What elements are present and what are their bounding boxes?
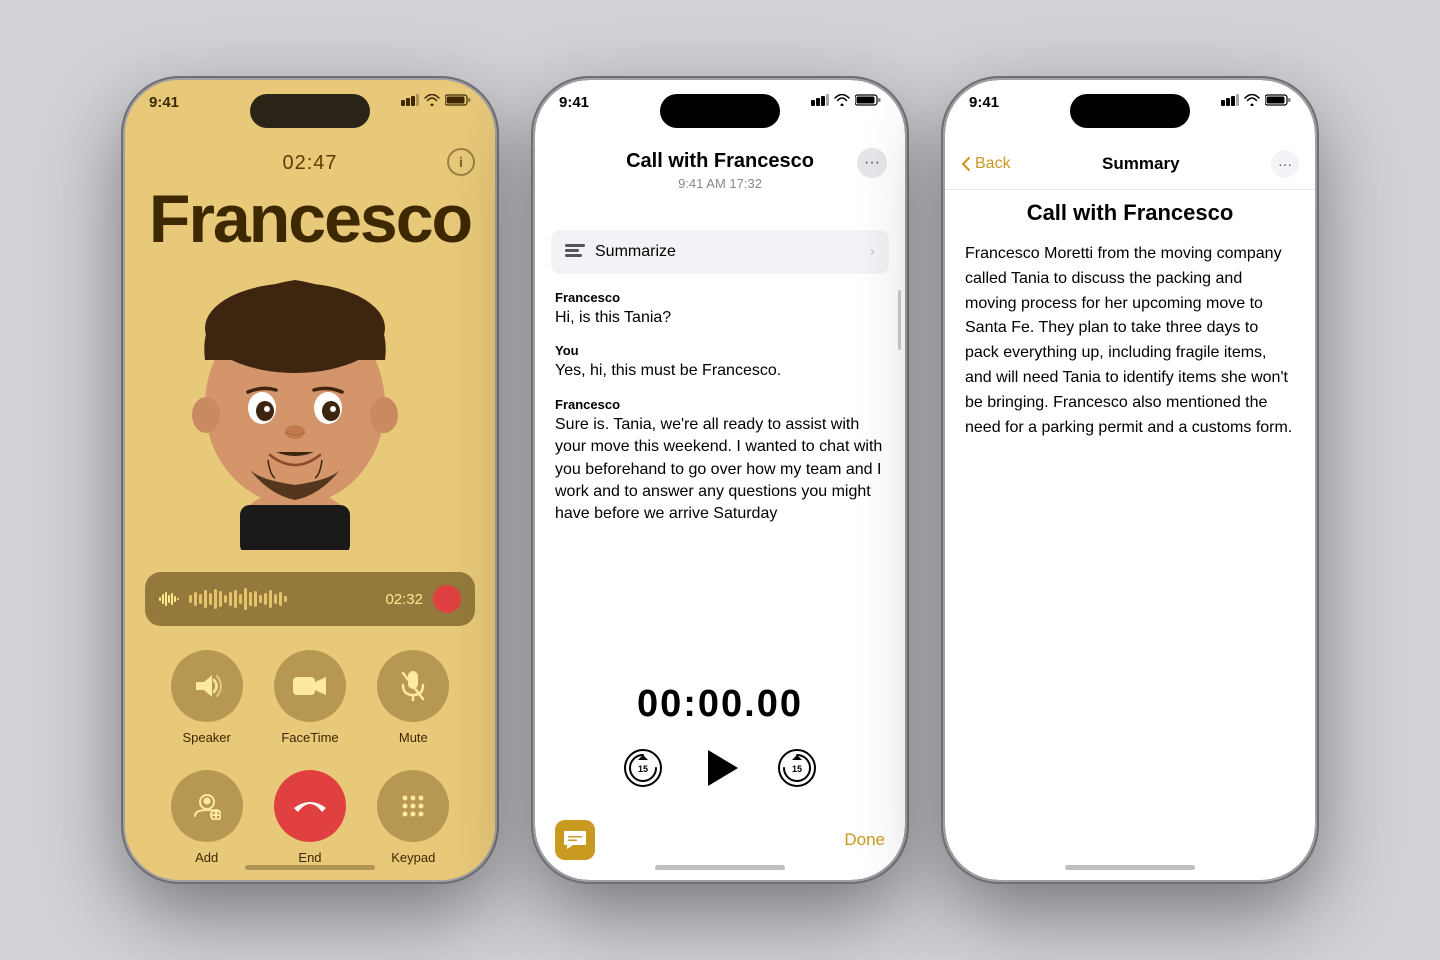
status-icons xyxy=(401,94,471,106)
end-label: End xyxy=(298,850,321,865)
summarize-label: Summarize xyxy=(595,243,860,261)
back-label: Back xyxy=(975,155,1011,173)
playback-controls: 15 15 xyxy=(535,746,905,790)
speaker-icon xyxy=(192,672,222,700)
speaker-label-3: Francesco xyxy=(555,397,885,412)
summary-call-title: Call with Francesco xyxy=(965,200,1295,226)
status-time: 9:41 xyxy=(559,94,589,111)
more-options-button[interactable]: ··· xyxy=(857,148,887,178)
call-buttons-row1: Speaker FaceTime xyxy=(125,650,495,745)
caller-name: Francesco xyxy=(125,180,495,258)
signal-icon xyxy=(401,94,419,106)
svg-text:15: 15 xyxy=(792,764,802,774)
summary-nav: Back Summary ··· xyxy=(945,138,1315,190)
speaker-button[interactable]: Speaker xyxy=(171,650,243,745)
transcript-title: Call with Francesco xyxy=(535,150,905,173)
facetime-label: FaceTime xyxy=(281,730,338,745)
chat-icon xyxy=(563,830,587,850)
forward-15-button[interactable]: 15 xyxy=(778,749,816,787)
facetime-button[interactable]: FaceTime xyxy=(274,650,346,745)
phone-active-call: 9:41 i xyxy=(125,80,495,880)
audio-waveform xyxy=(189,587,375,611)
dynamic-island xyxy=(660,94,780,128)
status-time: 9:41 xyxy=(149,94,179,111)
rewind-icon: 15 xyxy=(628,753,658,783)
keypad-button[interactable]: Keypad xyxy=(377,770,449,865)
transcript-chat-icon[interactable] xyxy=(555,820,595,860)
dynamic-island xyxy=(1070,94,1190,128)
end-call-button[interactable]: End xyxy=(274,770,346,865)
back-button[interactable]: Back xyxy=(961,155,1011,173)
speaker-label: Speaker xyxy=(182,730,230,745)
transcript-line-1: Hi, is this Tania? xyxy=(555,307,885,329)
status-time: 9:41 xyxy=(969,94,999,111)
recording-time: 02:32 xyxy=(385,591,423,608)
end-call-icon xyxy=(292,796,328,816)
forward-icon: 15 xyxy=(782,753,812,783)
status-icons xyxy=(811,94,881,106)
nav-title: Summary xyxy=(1102,154,1179,174)
transcript-screen: 9:41 xyxy=(535,80,905,880)
svg-text:15: 15 xyxy=(638,764,648,774)
summary-screen: 9:41 xyxy=(945,80,1315,880)
speaker-label-2: You xyxy=(555,343,885,358)
playback-area: 00:00.00 15 xyxy=(535,683,905,790)
transcript-subtitle: 9:41 AM 17:32 xyxy=(535,176,905,191)
call-buttons-row2: Add End xyxy=(125,770,495,865)
status-icons xyxy=(1221,94,1291,106)
waveform-icon xyxy=(159,589,179,609)
home-indicator xyxy=(1065,865,1195,870)
add-icon xyxy=(193,792,221,820)
back-chevron-icon xyxy=(961,156,971,172)
more-options-button[interactable]: ··· xyxy=(1271,150,1299,178)
phone-summary: 9:41 xyxy=(945,80,1315,880)
wifi-icon xyxy=(834,94,850,106)
transcript-line-3: Sure is. Tania, we're all ready to assis… xyxy=(555,414,885,526)
memoji-svg xyxy=(180,260,410,550)
battery-icon xyxy=(445,94,471,106)
speaker-label-1: Francesco xyxy=(555,290,885,305)
mute-icon xyxy=(401,671,425,701)
battery-icon xyxy=(855,94,881,106)
call-duration: 02:47 xyxy=(125,152,495,175)
signal-icon xyxy=(1221,94,1239,106)
mute-label: Mute xyxy=(399,730,428,745)
active-call-screen: 9:41 i xyxy=(125,80,495,880)
transcript-line-2: Yes, hi, this must be Francesco. xyxy=(555,360,885,382)
facetime-icon xyxy=(293,674,327,698)
play-button[interactable] xyxy=(698,746,742,790)
rewind-15-button[interactable]: 15 xyxy=(624,749,662,787)
transcript-area: Francesco Hi, is this Tania? You Yes, hi… xyxy=(555,290,885,620)
transcript-header: Call with Francesco 9:41 AM 17:32 xyxy=(535,138,905,191)
record-indicator xyxy=(433,585,461,613)
phone-transcript: 9:41 xyxy=(535,80,905,880)
battery-icon xyxy=(1265,94,1291,106)
play-icon xyxy=(698,746,742,790)
wifi-icon xyxy=(1244,94,1260,106)
wifi-icon xyxy=(424,94,440,106)
playback-time: 00:00.00 xyxy=(535,683,905,726)
summarize-icon xyxy=(565,244,585,260)
add-button[interactable]: Add xyxy=(171,770,243,865)
summary-content: Call with Francesco Francesco Moretti fr… xyxy=(965,200,1295,440)
keypad-icon xyxy=(400,793,426,819)
dynamic-island xyxy=(250,94,370,128)
transcript-fade xyxy=(555,560,885,620)
home-indicator xyxy=(655,865,785,870)
recording-bar: 02:32 xyxy=(145,572,475,626)
summary-body-text: Francesco Moretti from the moving compan… xyxy=(965,242,1295,440)
add-label: Add xyxy=(195,850,218,865)
keypad-label: Keypad xyxy=(391,850,435,865)
home-indicator xyxy=(245,865,375,870)
transcript-footer: Done xyxy=(555,820,885,860)
scrollbar-handle xyxy=(898,290,901,350)
signal-icon xyxy=(811,94,829,106)
mute-button[interactable]: Mute xyxy=(377,650,449,745)
summarize-chevron-icon: › xyxy=(870,243,875,261)
summarize-row[interactable]: Summarize › xyxy=(551,230,889,274)
done-button[interactable]: Done xyxy=(844,830,885,850)
avatar xyxy=(180,260,440,560)
